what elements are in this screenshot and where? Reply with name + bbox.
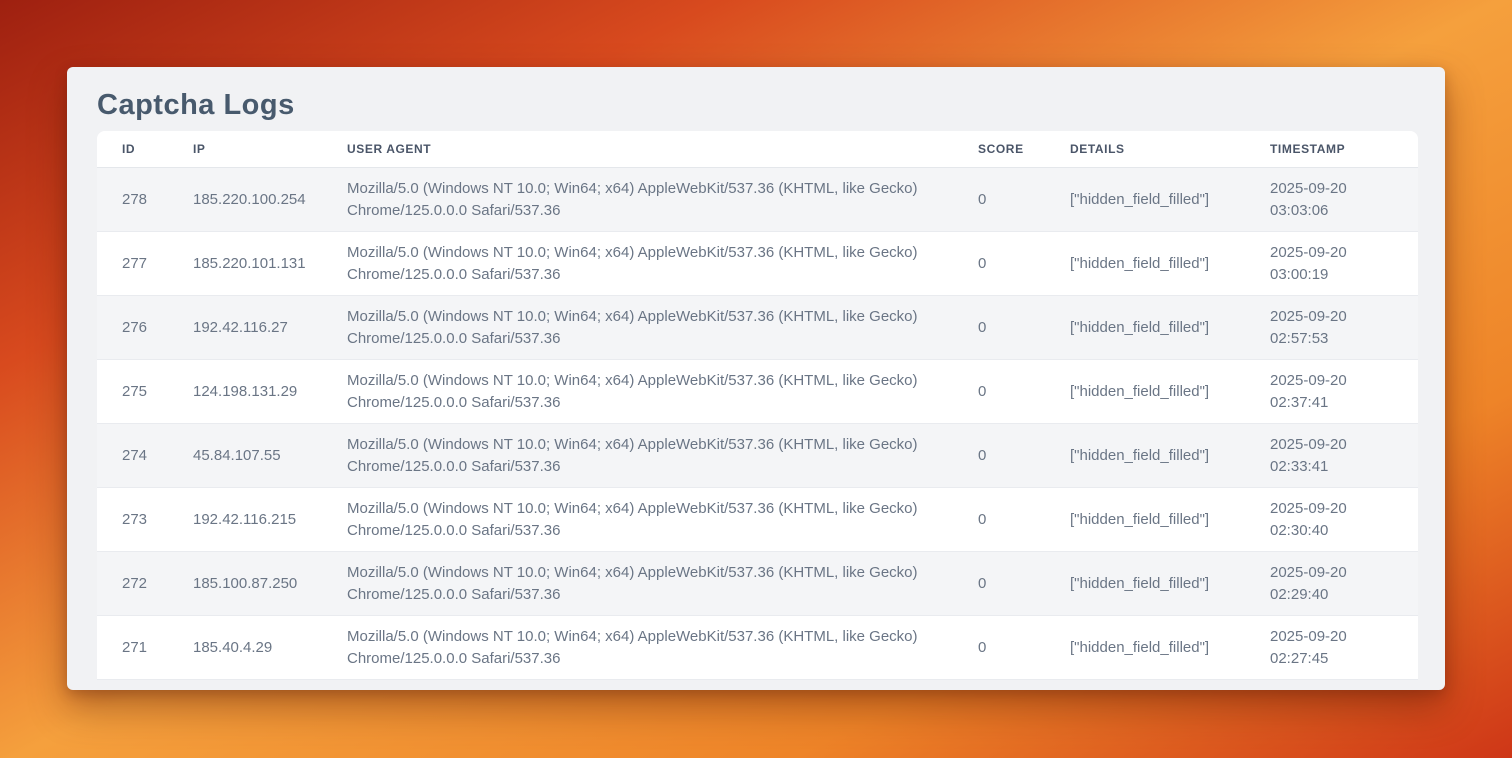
cell-score: 0 (953, 296, 1045, 360)
cell-user-agent: Mozilla/5.0 (Windows NT 10.0; Win64; x64… (322, 296, 953, 360)
header-row: ID IP USER AGENT SCORE DETAILS TIMESTAMP (97, 131, 1418, 168)
cell-id: 278 (97, 168, 168, 232)
logs-table-header: ID IP USER AGENT SCORE DETAILS TIMESTAMP (97, 131, 1418, 168)
logs-table-container: ID IP USER AGENT SCORE DETAILS TIMESTAMP… (97, 131, 1418, 680)
cell-details: ["hidden_field_filled"] (1045, 424, 1245, 488)
column-header-user-agent: USER AGENT (322, 131, 953, 168)
cell-user-agent: Mozilla/5.0 (Windows NT 10.0; Win64; x64… (322, 616, 953, 680)
cell-timestamp: 2025-09-20 02:30:40 (1245, 488, 1418, 552)
cell-timestamp: 2025-09-20 02:27:45 (1245, 616, 1418, 680)
cell-user-agent: Mozilla/5.0 (Windows NT 10.0; Win64; x64… (322, 488, 953, 552)
table-row: 278 185.220.100.254 Mozilla/5.0 (Windows… (97, 168, 1418, 232)
cell-details: ["hidden_field_filled"] (1045, 296, 1245, 360)
cell-ip: 45.84.107.55 (168, 424, 322, 488)
cell-details: ["hidden_field_filled"] (1045, 168, 1245, 232)
column-header-score: SCORE (953, 131, 1045, 168)
page-title: Captcha Logs (97, 67, 1415, 131)
cell-timestamp: 2025-09-20 02:37:41 (1245, 360, 1418, 424)
cell-timestamp: 2025-09-20 03:03:06 (1245, 168, 1418, 232)
logs-table: ID IP USER AGENT SCORE DETAILS TIMESTAMP… (97, 131, 1418, 680)
cell-user-agent: Mozilla/5.0 (Windows NT 10.0; Win64; x64… (322, 232, 953, 296)
cell-details: ["hidden_field_filled"] (1045, 616, 1245, 680)
column-header-ip: IP (168, 131, 322, 168)
table-row: 271 185.40.4.29 Mozilla/5.0 (Windows NT … (97, 616, 1418, 680)
cell-ip: 192.42.116.215 (168, 488, 322, 552)
cell-score: 0 (953, 488, 1045, 552)
cell-score: 0 (953, 168, 1045, 232)
column-header-id: ID (97, 131, 168, 168)
cell-details: ["hidden_field_filled"] (1045, 360, 1245, 424)
cell-id: 277 (97, 232, 168, 296)
cell-ip: 192.42.116.27 (168, 296, 322, 360)
cell-id: 271 (97, 616, 168, 680)
cell-id: 272 (97, 552, 168, 616)
cell-user-agent: Mozilla/5.0 (Windows NT 10.0; Win64; x64… (322, 552, 953, 616)
cell-ip: 185.100.87.250 (168, 552, 322, 616)
cell-details: ["hidden_field_filled"] (1045, 552, 1245, 616)
column-header-details: DETAILS (1045, 131, 1245, 168)
cell-timestamp: 2025-09-20 02:29:40 (1245, 552, 1418, 616)
cell-ip: 124.198.131.29 (168, 360, 322, 424)
cell-user-agent: Mozilla/5.0 (Windows NT 10.0; Win64; x64… (322, 168, 953, 232)
cell-ip: 185.40.4.29 (168, 616, 322, 680)
cell-details: ["hidden_field_filled"] (1045, 232, 1245, 296)
cell-details: ["hidden_field_filled"] (1045, 488, 1245, 552)
column-header-timestamp: TIMESTAMP (1245, 131, 1418, 168)
table-row: 274 45.84.107.55 Mozilla/5.0 (Windows NT… (97, 424, 1418, 488)
cell-score: 0 (953, 552, 1045, 616)
cell-id: 274 (97, 424, 168, 488)
cell-ip: 185.220.100.254 (168, 168, 322, 232)
table-row: 275 124.198.131.29 Mozilla/5.0 (Windows … (97, 360, 1418, 424)
cell-user-agent: Mozilla/5.0 (Windows NT 10.0; Win64; x64… (322, 424, 953, 488)
cell-timestamp: 2025-09-20 03:00:19 (1245, 232, 1418, 296)
cell-id: 276 (97, 296, 168, 360)
cell-score: 0 (953, 616, 1045, 680)
cell-score: 0 (953, 424, 1045, 488)
cell-timestamp: 2025-09-20 02:57:53 (1245, 296, 1418, 360)
cell-timestamp: 2025-09-20 02:33:41 (1245, 424, 1418, 488)
cell-user-agent: Mozilla/5.0 (Windows NT 10.0; Win64; x64… (322, 360, 953, 424)
table-row: 273 192.42.116.215 Mozilla/5.0 (Windows … (97, 488, 1418, 552)
cell-score: 0 (953, 232, 1045, 296)
table-row: 276 192.42.116.27 Mozilla/5.0 (Windows N… (97, 296, 1418, 360)
cell-score: 0 (953, 360, 1045, 424)
cell-ip: 185.220.101.131 (168, 232, 322, 296)
table-row: 277 185.220.101.131 Mozilla/5.0 (Windows… (97, 232, 1418, 296)
cell-id: 275 (97, 360, 168, 424)
captcha-logs-card: Captcha Logs ID IP USER AGENT SCORE DETA… (67, 67, 1445, 690)
cell-id: 273 (97, 488, 168, 552)
table-row: 272 185.100.87.250 Mozilla/5.0 (Windows … (97, 552, 1418, 616)
log-table-body: 278 185.220.100.254 Mozilla/5.0 (Windows… (97, 168, 1418, 680)
